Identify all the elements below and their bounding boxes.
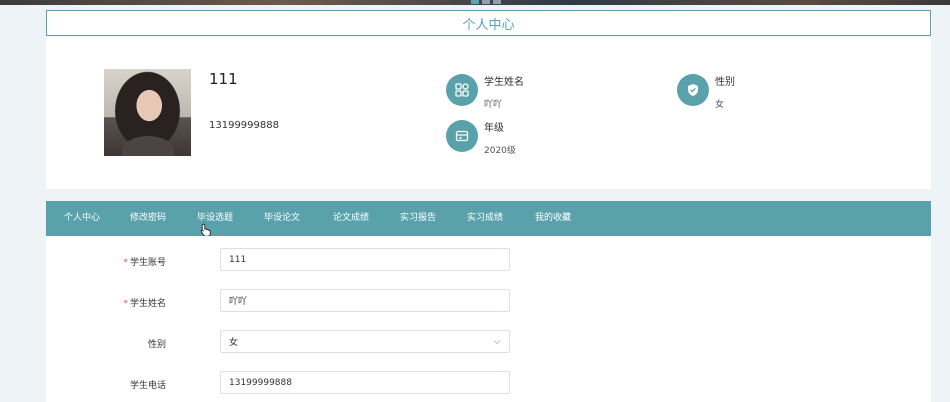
banner-dot[interactable] <box>482 0 490 4</box>
info-value-name: 吖吖 <box>484 100 503 110</box>
gender-select-value: 女 <box>229 338 239 348</box>
phone-input[interactable]: 13199999888 <box>220 371 510 394</box>
required-mark: * <box>123 258 128 268</box>
form-label-gender: 性别 <box>147 340 166 350</box>
shield-check-icon <box>677 74 709 106</box>
name-input[interactable]: 吖吖 <box>220 289 510 312</box>
profile-username: 111 <box>209 70 238 88</box>
nav-item-favorites[interactable]: 我的收藏 <box>535 201 571 236</box>
form-label-account: * 学生账号 <box>123 258 166 268</box>
profile-card: 111 13199999888 学生姓名 吖吖 性别 女 年级 2020级 <box>46 37 931 189</box>
profile-nav: 个人中心 修改密码 毕设选题 毕设论文 论文成绩 实习报告 实习成绩 我的收藏 <box>46 201 931 236</box>
form-label-phone: 学生电话 <box>129 381 166 391</box>
profile-phone: 13199999888 <box>209 120 279 131</box>
profile-form: * 学生账号 111 * 学生姓名 吖吖 性别 女 学生电话 13199999888 <box>46 236 931 402</box>
chevron-down-icon <box>493 338 501 348</box>
id-card-icon <box>446 120 478 152</box>
nav-item-internship-score[interactable]: 实习成绩 <box>467 201 503 236</box>
nav-item-internship-report[interactable]: 实习报告 <box>400 201 436 236</box>
page-title: 个人中心 <box>46 10 931 36</box>
info-value-gender: 女 <box>715 100 725 110</box>
gender-select[interactable]: 女 <box>220 330 510 353</box>
info-value-grade: 2020级 <box>484 146 516 156</box>
form-label-name: * 学生姓名 <box>123 299 166 309</box>
nav-item-change-password[interactable]: 修改密码 <box>130 201 166 236</box>
info-label-name: 学生姓名 <box>484 77 524 88</box>
apps-icon <box>446 74 478 106</box>
nav-item-thesis-score[interactable]: 论文成绩 <box>333 201 369 236</box>
nav-item-profile[interactable]: 个人中心 <box>64 201 100 236</box>
banner-dot[interactable] <box>471 0 479 4</box>
page-title-text: 个人中心 <box>462 17 515 33</box>
banner-dot[interactable] <box>493 0 501 4</box>
banner-pagination[interactable] <box>471 0 501 4</box>
nav-item-thesis-paper[interactable]: 毕设论文 <box>264 201 300 236</box>
avatar <box>104 69 191 156</box>
required-mark: * <box>123 299 128 309</box>
info-label-grade: 年级 <box>484 123 504 134</box>
info-label-gender: 性别 <box>715 77 735 88</box>
account-input[interactable]: 111 <box>220 248 510 271</box>
